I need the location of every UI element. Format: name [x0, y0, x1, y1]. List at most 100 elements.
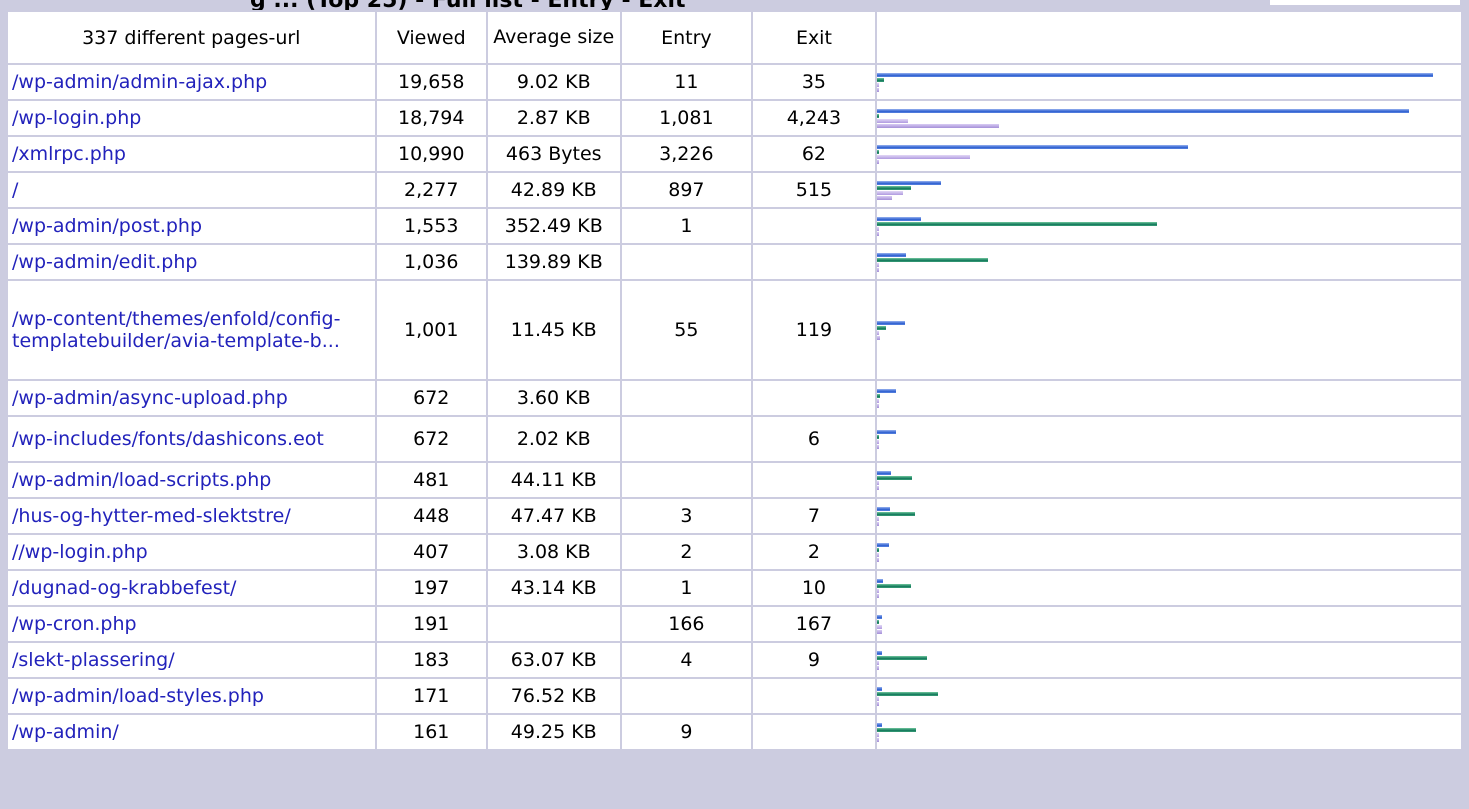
- size-bar: [876, 620, 879, 624]
- size-cell: 2.87 KB: [487, 101, 620, 135]
- viewed-bar: [876, 73, 1433, 77]
- url-cell: /wp-admin/load-styles.php: [8, 679, 375, 713]
- page-url-link[interactable]: /dugnad-og-krabbefest/: [12, 577, 371, 599]
- exit-cell: 9: [753, 643, 875, 677]
- page-url-link[interactable]: /wp-content/themes/enfold/config-templat…: [12, 308, 371, 352]
- entry-cell: [621, 245, 752, 279]
- page-url-link[interactable]: /wp-admin/admin-ajax.php: [12, 71, 371, 93]
- page-url-link[interactable]: /wp-admin/: [12, 721, 371, 743]
- size-bar: [876, 435, 879, 439]
- viewed-cell: 2,277: [376, 173, 486, 207]
- page-url-link[interactable]: /wp-admin/post.php: [12, 215, 371, 237]
- size-cell: 44.11 KB: [487, 463, 620, 497]
- bar-cell: [876, 173, 1461, 207]
- entry-bar: [876, 440, 879, 444]
- page-url-link[interactable]: /wp-includes/fonts/dashicons.eot: [12, 428, 371, 450]
- exit-bar: [876, 486, 879, 490]
- size-cell: [487, 607, 620, 641]
- viewed-cell: 197: [376, 571, 486, 605]
- exit-cell: 515: [753, 173, 875, 207]
- exit-bar: [876, 522, 879, 526]
- size-cell: 43.14 KB: [487, 571, 620, 605]
- entry-cell: 1: [621, 209, 752, 243]
- entry-cell: 3: [621, 499, 752, 533]
- header-viewed: Viewed: [376, 12, 486, 63]
- page-url-link[interactable]: /wp-cron.php: [12, 613, 371, 635]
- page-url-link[interactable]: /slekt-plassering/: [12, 649, 371, 671]
- table-row: /wp-admin/post.php 1,553 352.49 KB 1: [8, 209, 1461, 243]
- table-row: /xmlrpc.php 10,990 463 Bytes 3,226 62: [8, 137, 1461, 171]
- entry-cell: 1,081: [621, 101, 752, 135]
- entry-cell: [621, 381, 752, 415]
- entry-bar: [876, 191, 903, 195]
- exit-bar: [876, 558, 879, 562]
- size-cell: 11.45 KB: [487, 281, 620, 379]
- entry-bar: [876, 83, 879, 87]
- size-cell: 463 Bytes: [487, 137, 620, 171]
- url-cell: /wp-admin/edit.php: [8, 245, 375, 279]
- viewed-cell: 19,658: [376, 65, 486, 99]
- viewed-cell: 407: [376, 535, 486, 569]
- header-entry: Entry: [621, 12, 752, 63]
- entry-cell: 4: [621, 643, 752, 677]
- page-url-link[interactable]: /wp-admin/async-upload.php: [12, 387, 371, 409]
- url-cell: /dugnad-og-krabbefest/: [8, 571, 375, 605]
- url-cell: /wp-includes/fonts/dashicons.eot: [8, 417, 375, 461]
- exit-cell: 119: [753, 281, 875, 379]
- entry-bar: [876, 399, 879, 403]
- bar-cell: [876, 571, 1461, 605]
- viewed-bar: [876, 543, 889, 547]
- header-bars: [876, 12, 1461, 63]
- entry-cell: 2: [621, 535, 752, 569]
- size-bar: [876, 394, 880, 398]
- exit-bar: [876, 594, 879, 598]
- page-url-link[interactable]: /wp-login.php: [12, 107, 371, 129]
- size-cell: 9.02 KB: [487, 65, 620, 99]
- table-row: /slekt-plassering/183 63.07 KB 4 9: [8, 643, 1461, 677]
- table-row: /wp-includes/fonts/dashicons.eot 672 2.02 …: [8, 417, 1461, 461]
- viewed-cell: 191: [376, 607, 486, 641]
- exit-cell: [753, 245, 875, 279]
- url-cell: /wp-admin/admin-ajax.php: [8, 65, 375, 99]
- bar-cell: [876, 101, 1461, 135]
- size-cell: 76.52 KB: [487, 679, 620, 713]
- entry-cell: [621, 463, 752, 497]
- size-cell: 49.25 KB: [487, 715, 620, 749]
- page-url-link[interactable]: /hus-og-hytter-med-slektstre/: [12, 505, 371, 527]
- bar-cell: [876, 535, 1461, 569]
- url-cell: /wp-admin/: [8, 715, 375, 749]
- size-bar: [876, 150, 879, 154]
- page-url-link[interactable]: /: [12, 179, 371, 201]
- viewed-cell: 672: [376, 417, 486, 461]
- size-bar: [876, 114, 879, 118]
- entry-bar: [876, 625, 882, 629]
- viewed-cell: 183: [376, 643, 486, 677]
- page-url-link[interactable]: /wp-admin/load-styles.php: [12, 685, 371, 707]
- exit-cell: 7: [753, 499, 875, 533]
- viewed-bar: [876, 507, 890, 511]
- url-cell: /wp-admin/async-upload.php: [8, 381, 375, 415]
- exit-cell: [753, 679, 875, 713]
- viewed-cell: 1,036: [376, 245, 486, 279]
- page-url-link[interactable]: /xmlrpc.php: [12, 143, 371, 165]
- viewed-cell: 448: [376, 499, 486, 533]
- url-cell: /wp-login.php: [8, 101, 375, 135]
- size-cell: 3.60 KB: [487, 381, 620, 415]
- viewed-cell: 10,990: [376, 137, 486, 171]
- size-bar: [876, 656, 927, 660]
- entry-cell: 166: [621, 607, 752, 641]
- bar-cell: [876, 381, 1461, 415]
- page-url-link[interactable]: /wp-admin/load-scripts.php: [12, 469, 371, 491]
- section-title-bar: g ... (Top 25) - Full list - Entry - Exi…: [0, 0, 1262, 10]
- table-row: /wp-cron.php 191 166 167: [8, 607, 1461, 641]
- bar-cell: [876, 715, 1461, 749]
- viewed-cell: 1,001: [376, 281, 486, 379]
- url-cell: /: [8, 173, 375, 207]
- entry-bar: [876, 733, 879, 737]
- table-row: /wp-admin/161 49.25 KB 9: [8, 715, 1461, 749]
- viewed-cell: 672: [376, 381, 486, 415]
- page-url-link[interactable]: /wp-admin/edit.php: [12, 251, 371, 273]
- viewed-bar: [876, 471, 891, 475]
- page-url-link[interactable]: //wp-login.php: [12, 541, 371, 563]
- url-cell: /wp-admin/load-scripts.php: [8, 463, 375, 497]
